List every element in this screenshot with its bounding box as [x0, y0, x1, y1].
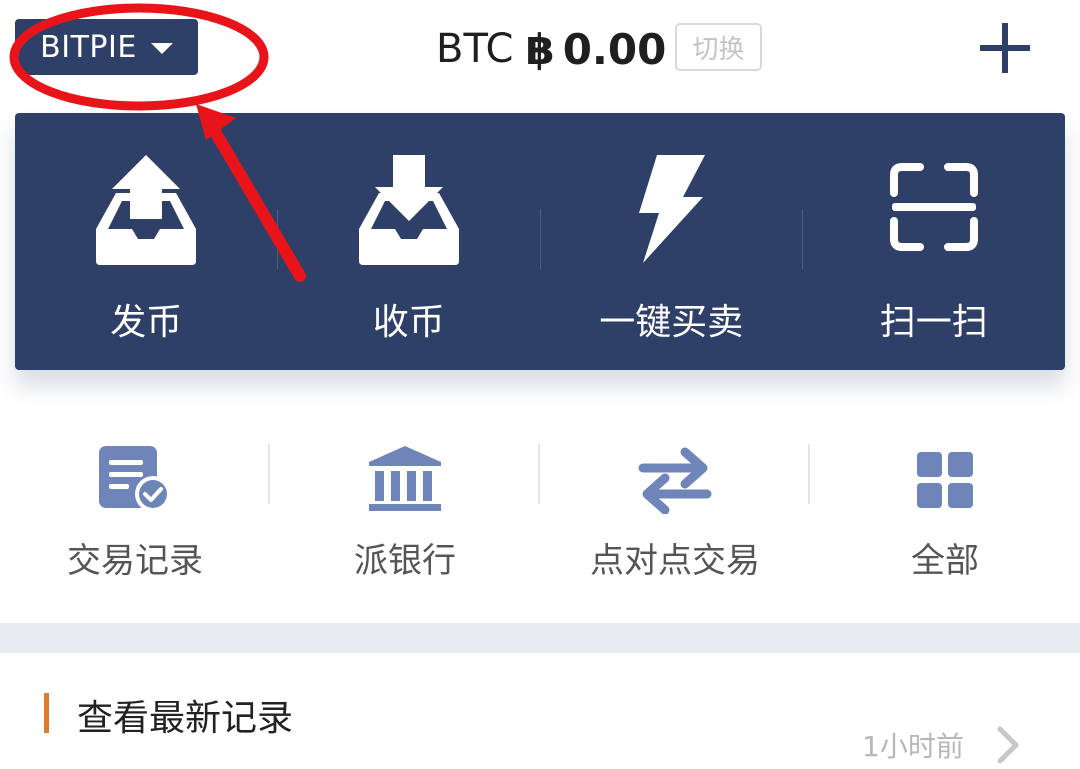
- switch-currency-button[interactable]: 切换: [675, 23, 762, 71]
- currency-code: BTC: [436, 26, 514, 72]
- receive-label: 收币: [372, 302, 445, 343]
- scan-label: 扫一扫: [879, 302, 988, 343]
- transaction-record-label: 交易记录: [67, 541, 203, 581]
- divider: [540, 209, 541, 269]
- latest-records-section[interactable]: 查看最新记录 1小时前: [0, 653, 1080, 764]
- divider: [268, 444, 270, 504]
- p2p-exchange-icon: [637, 444, 713, 518]
- records-time: 1小时前: [862, 730, 964, 763]
- send-icon: [94, 153, 198, 269]
- bitcoin-symbol-icon: ฿: [525, 24, 555, 74]
- bank-button[interactable]: 派银行: [270, 420, 540, 595]
- send-coin-button[interactable]: 发币: [15, 113, 278, 370]
- divider: [538, 444, 540, 504]
- receive-icon: [357, 153, 461, 269]
- quick-trade-button[interactable]: 一键买卖: [540, 113, 803, 370]
- wallet-selector-button[interactable]: BITPIE: [15, 19, 198, 75]
- all-features-label: 全部: [911, 541, 979, 581]
- balance-display: BTC ฿ 0.00: [436, 22, 666, 76]
- transaction-record-icon: [97, 444, 173, 518]
- quick-trade-label: 一键买卖: [599, 302, 744, 343]
- lightning-icon: [631, 153, 711, 269]
- action-card: 发币 收币 一键买卖 扫一扫: [15, 113, 1065, 370]
- receive-coin-button[interactable]: 收币: [278, 113, 541, 370]
- bank-icon: [367, 444, 443, 518]
- header: BITPIE BTC ฿ 0.00 切换: [0, 0, 1080, 100]
- balance-amount: 0.00: [562, 24, 667, 74]
- all-features-button[interactable]: 全部: [810, 420, 1080, 595]
- accent-bar: [44, 693, 49, 733]
- divider: [808, 444, 810, 504]
- send-label: 发币: [110, 302, 183, 343]
- caret-down-icon: [150, 42, 173, 54]
- divider: [802, 209, 803, 269]
- add-icon[interactable]: [977, 20, 1033, 76]
- scan-icon: [889, 163, 978, 255]
- grid-icon: [915, 450, 975, 514]
- bank-label: 派银行: [354, 541, 456, 581]
- chevron-right-icon[interactable]: [995, 725, 1021, 769]
- wallet-label: BITPIE: [40, 29, 137, 65]
- p2p-exchange-label: 点对点交易: [590, 541, 760, 581]
- shortcut-row: 交易记录 派银行 点对点交易 全部: [0, 420, 1080, 595]
- scan-button[interactable]: 扫一扫: [803, 113, 1066, 370]
- section-divider: [0, 623, 1080, 653]
- divider: [277, 209, 278, 269]
- transaction-record-button[interactable]: 交易记录: [0, 420, 270, 595]
- records-title: 查看最新记录: [77, 698, 294, 739]
- p2p-exchange-button[interactable]: 点对点交易: [540, 420, 810, 595]
